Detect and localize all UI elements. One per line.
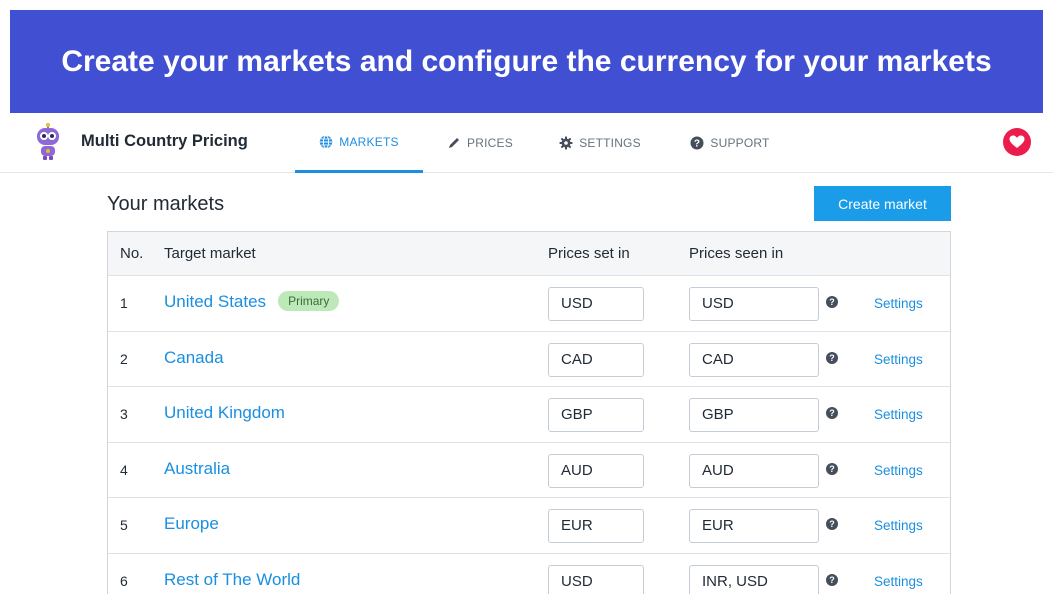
table-row: 4 Australia AUD AUD ? Settings bbox=[108, 443, 950, 498]
tab-prices[interactable]: PRICES bbox=[430, 113, 530, 173]
help-icon[interactable]: ? bbox=[826, 296, 838, 308]
market-settings-link[interactable]: Settings bbox=[874, 463, 923, 478]
help-icon[interactable]: ? bbox=[826, 573, 838, 586]
pencil-icon bbox=[449, 138, 460, 148]
prices-set-in-field[interactable]: GBP bbox=[548, 398, 644, 432]
market-name[interactable]: United States bbox=[164, 292, 266, 311]
row-number: 2 bbox=[120, 350, 128, 367]
globe-icon bbox=[320, 134, 333, 149]
help-icon[interactable]: ? bbox=[826, 518, 838, 530]
row-number: 5 bbox=[120, 517, 128, 533]
tab-support[interactable]: ? SUPPORT bbox=[675, 113, 785, 173]
row-number: 3 bbox=[120, 406, 128, 422]
create-market-button[interactable]: Create market bbox=[814, 186, 951, 221]
row-number: 1 bbox=[120, 295, 128, 311]
primary-badge: Primary bbox=[278, 290, 340, 311]
robot-logo-icon bbox=[37, 123, 59, 160]
header-no: No. bbox=[120, 245, 144, 262]
header-target-market: Target market bbox=[164, 245, 256, 262]
prices-seen-in-field[interactable]: GBP bbox=[689, 398, 819, 432]
app-title: Multi Country Pricing bbox=[81, 132, 248, 150]
tab-markets[interactable]: MARKETS bbox=[295, 113, 423, 173]
header-prices-set-in: Prices set in bbox=[548, 245, 630, 262]
tab-prices-label: PRICES bbox=[467, 136, 513, 150]
prices-seen-in-field[interactable]: EUR bbox=[689, 509, 819, 543]
tab-markets-label: MARKETS bbox=[339, 134, 399, 149]
market-link[interactable]: United Kingdom bbox=[164, 403, 285, 423]
market-link[interactable]: Australia bbox=[164, 459, 230, 479]
tab-settings[interactable]: SETTINGS bbox=[545, 113, 655, 173]
market-settings-link[interactable]: Settings bbox=[874, 518, 923, 533]
banner-text: Create your markets and configure the cu… bbox=[61, 44, 992, 78]
market-link[interactable]: Europe bbox=[164, 514, 219, 534]
table-row: 6 Rest of The World USD INR, USD ? Setti… bbox=[108, 554, 950, 594]
market-settings-link[interactable]: Settings bbox=[874, 352, 923, 367]
prices-set-in-field[interactable]: AUD bbox=[548, 453, 644, 488]
prices-set-in-field[interactable]: EUR bbox=[548, 509, 644, 543]
table-row: 1 United States Primary USD USD ? Setting… bbox=[108, 276, 950, 332]
header-banner: Create your markets and configure the cu… bbox=[10, 10, 1043, 113]
prices-seen-in-field[interactable]: USD bbox=[689, 287, 819, 321]
market-link[interactable]: Rest of The World bbox=[164, 570, 300, 590]
row-number: 4 bbox=[120, 461, 128, 478]
markets-table: No. Target market Prices set in Prices s… bbox=[107, 231, 951, 594]
help-icon[interactable]: ? bbox=[826, 462, 838, 475]
table-row: 5 Europe EUR EUR ? Settings bbox=[108, 498, 950, 554]
prices-set-in-field[interactable]: USD bbox=[548, 564, 644, 594]
market-settings-link[interactable]: Settings bbox=[874, 574, 923, 589]
tab-settings-label: SETTINGS bbox=[579, 136, 641, 150]
question-circle-icon: ? bbox=[690, 136, 704, 150]
help-icon[interactable]: ? bbox=[826, 407, 838, 419]
help-icon[interactable]: ? bbox=[826, 351, 838, 364]
market-settings-link[interactable]: Settings bbox=[874, 407, 923, 422]
table-row: 3 United Kingdom GBP GBP ? Settings bbox=[108, 387, 950, 443]
prices-seen-in-field[interactable]: AUD bbox=[689, 453, 819, 488]
market-link[interactable]: United States Primary bbox=[164, 290, 340, 313]
prices-set-in-field[interactable]: CAD bbox=[548, 342, 644, 377]
row-number: 6 bbox=[120, 572, 128, 589]
gear-icon bbox=[559, 136, 573, 150]
header-prices-seen-in: Prices seen in bbox=[689, 245, 784, 262]
prices-seen-in-field[interactable]: CAD bbox=[689, 342, 819, 377]
table-row: 2 Canada CAD CAD ? Settings bbox=[108, 332, 950, 387]
prices-set-in-field[interactable]: USD bbox=[548, 287, 644, 321]
heart-icon bbox=[1009, 135, 1025, 148]
market-settings-link[interactable]: Settings bbox=[874, 296, 923, 311]
heart-button[interactable] bbox=[1003, 128, 1031, 156]
page-title: Your markets bbox=[107, 193, 225, 215]
svg-text:?: ? bbox=[694, 139, 700, 150]
top-navbar: Multi Country Pricing MARKETS PRICES SET… bbox=[0, 113, 1053, 173]
tab-support-label: SUPPORT bbox=[710, 136, 770, 150]
prices-seen-in-field[interactable]: INR, USD bbox=[689, 564, 819, 594]
table-header: No. Target market Prices set in Prices s… bbox=[108, 232, 950, 276]
market-link[interactable]: Canada bbox=[164, 348, 224, 368]
